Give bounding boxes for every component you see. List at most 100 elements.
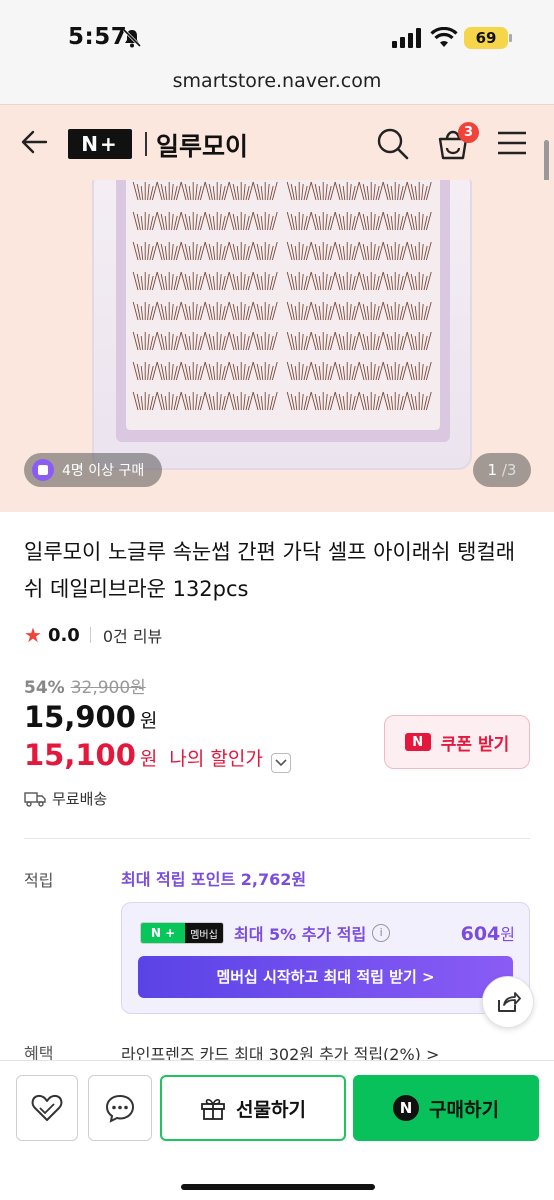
lash-cluster	[286, 181, 312, 201]
menu-icon[interactable]	[496, 129, 528, 161]
lash-cluster	[310, 211, 336, 231]
lash-cluster	[406, 361, 432, 381]
lash-cluster	[204, 241, 230, 261]
sale-price-unit: 원	[139, 710, 158, 732]
max-points-link[interactable]: 최대 적립 포인트 2,762원	[121, 866, 306, 890]
lash-cluster	[180, 181, 206, 201]
store-name[interactable]: 일루모이	[156, 127, 248, 163]
review-count[interactable]: 0건 리뷰	[103, 623, 162, 647]
wishlist-button[interactable]	[16, 1075, 78, 1141]
info-icon[interactable]: i	[372, 924, 391, 942]
lash-cluster	[286, 271, 312, 291]
lash-cluster	[334, 181, 360, 201]
lash-cluster	[156, 301, 182, 321]
naver-plus-logo[interactable]: N+	[68, 129, 132, 159]
lash-cluster	[228, 361, 254, 381]
search-icon[interactable]	[376, 127, 410, 161]
buyers-badge-text: 4명 이상 구매	[62, 463, 145, 479]
lash-cluster	[252, 361, 278, 381]
bottom-action-bar: 선물하기 N 구매하기	[0, 1060, 554, 1200]
my-discount-price[interactable]: 15,100 원 나의 할인가	[24, 738, 291, 773]
lash-cluster	[358, 181, 384, 201]
lash-cluster	[406, 331, 432, 351]
rating-divider	[89, 627, 91, 643]
talk-chat-button[interactable]	[88, 1075, 152, 1141]
lash-cluster	[156, 391, 182, 411]
battery-cap	[509, 34, 512, 42]
gift-icon	[201, 1098, 225, 1120]
lash-cluster	[334, 331, 360, 351]
lash-cluster	[180, 271, 206, 291]
lash-cluster	[132, 241, 158, 261]
lash-cluster	[334, 301, 360, 321]
shipping-info: 무료배송	[24, 788, 107, 809]
lash-cluster	[406, 271, 432, 291]
lash-cluster	[382, 181, 408, 201]
shopping-bag-icon	[32, 459, 54, 481]
lash-cluster	[132, 181, 158, 201]
lash-cluster	[358, 331, 384, 351]
lash-cluster	[132, 301, 158, 321]
lash-cluster	[382, 391, 408, 411]
back-arrow-icon[interactable]	[20, 127, 50, 157]
points-label: 적립	[24, 871, 54, 890]
buy-label: 구매하기	[429, 1098, 499, 1121]
lash-cluster	[228, 391, 254, 411]
signal-icon	[392, 28, 421, 48]
lash-cluster	[156, 241, 182, 261]
lash-cluster	[252, 241, 278, 261]
buy-button[interactable]: N 구매하기	[353, 1075, 539, 1141]
section-divider	[24, 838, 530, 839]
lash-cluster	[132, 271, 158, 291]
status-time: 5:57	[68, 24, 128, 50]
image-page-indicator: 1 /3	[473, 453, 531, 487]
lash-cluster	[406, 301, 432, 321]
coupon-label: 쿠폰 받기	[440, 734, 510, 755]
coupon-button[interactable]: N 쿠폰 받기	[384, 715, 530, 769]
lash-cluster	[286, 211, 312, 231]
lash-cluster	[310, 241, 336, 261]
lash-cluster	[204, 361, 230, 381]
lash-cluster	[382, 271, 408, 291]
gift-button[interactable]: 선물하기	[160, 1075, 346, 1141]
lash-cluster	[132, 211, 158, 231]
chevron-down-icon[interactable]	[270, 753, 291, 773]
status-bar: 5:57 69	[0, 0, 554, 62]
lash-cluster	[228, 211, 254, 231]
lash-cluster	[204, 331, 230, 351]
lash-cluster	[228, 301, 254, 321]
share-button[interactable]	[482, 976, 534, 1028]
lash-cluster	[406, 241, 432, 261]
buyers-badge: 4명 이상 구매	[24, 453, 162, 487]
wifi-icon	[430, 27, 458, 47]
lash-cluster	[334, 211, 360, 231]
url-bar[interactable]: smartstore.naver.com	[0, 62, 554, 104]
lash-cluster	[382, 301, 408, 321]
lash-cluster	[310, 301, 336, 321]
lash-cluster	[382, 331, 408, 351]
lash-cluster	[358, 241, 384, 261]
lash-cluster	[204, 391, 230, 411]
membership-start-button[interactable]: 멤버십 시작하고 최대 적립 받기 >	[138, 956, 513, 998]
membership-badge-left: N +	[141, 923, 185, 943]
extra-points-unit: 원	[500, 925, 515, 944]
membership-points-box: N + 멤버십 최대 5% 추가 적립 i 604원 멤버십 시작하고 최대 적…	[121, 902, 530, 1014]
lash-cluster	[310, 331, 336, 351]
lash-cluster	[406, 391, 432, 411]
lash-cluster	[204, 181, 230, 201]
lash-cluster	[156, 271, 182, 291]
lash-cluster	[180, 361, 206, 381]
coupon-n-icon: N	[404, 733, 431, 751]
rating-row[interactable]: ★ 0.0 0건 리뷰	[24, 623, 162, 647]
lash-cluster	[358, 361, 384, 381]
sale-price: 15,900 원	[24, 700, 157, 734]
lash-cluster	[382, 241, 408, 261]
lash-cluster	[132, 361, 158, 381]
share-icon	[498, 992, 521, 1012]
lash-cluster	[286, 391, 312, 411]
naver-plus-membership-badge: N + 멤버십	[140, 922, 224, 944]
lash-cluster	[286, 301, 312, 321]
lash-cluster	[252, 211, 278, 231]
lash-cluster	[382, 361, 408, 381]
my-price-label: 나의 할인가	[169, 748, 263, 770]
